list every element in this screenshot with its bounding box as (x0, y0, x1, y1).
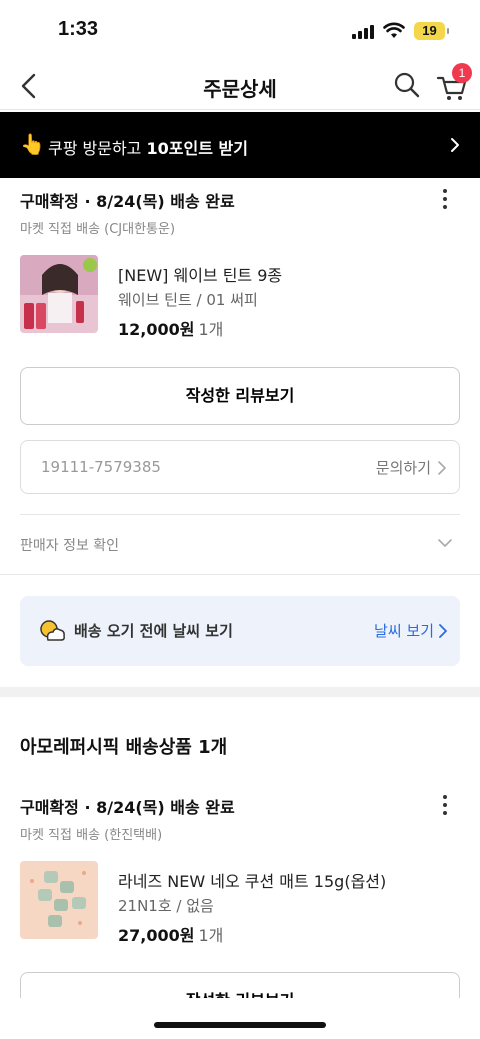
shipping-method: 마켓 직접 배송 (한진택배) (20, 828, 163, 843)
weather-banner[interactable]: 배송 오기 전에 날씨 보기 날씨 보기 (20, 596, 460, 666)
chevron-right-icon (439, 624, 447, 638)
bottom-safe-area (0, 998, 480, 1039)
section-separator (0, 687, 480, 697)
seller-info-toggle[interactable]: 판매자 정보 확인 (20, 535, 119, 555)
wifi-icon (383, 22, 405, 38)
divider (20, 514, 460, 515)
inquiry-link[interactable]: 문의하기 (376, 457, 431, 478)
order-number: 19111-7579385 (41, 458, 161, 476)
promo-text-highlight: 10포인트 받기 (146, 139, 248, 158)
chevron-right-icon (451, 138, 459, 152)
product-price: 12,000원 (118, 320, 195, 339)
product-price: 27,000원 (118, 926, 195, 945)
product-price-row: 12,000원 1개 (118, 316, 223, 340)
chevron-down-icon[interactable] (436, 536, 454, 550)
order-status: 구매확정 · 8/24(목) 배송 완료 (20, 192, 235, 211)
weather-link[interactable]: 날씨 보기 (374, 620, 434, 641)
product-option: 웨이브 틴트 / 01 써피 (118, 291, 258, 309)
product-thumbnail[interactable] (20, 255, 98, 333)
order-status: 구매확정 · 8/24(목) 배송 완료 (20, 798, 235, 817)
cart-count-badge: 1 (452, 63, 472, 83)
weather-sun-cloud-icon (40, 620, 65, 641)
more-options-icon[interactable] (438, 189, 452, 211)
order-number-box: 19111-7579385 문의하기 (20, 440, 460, 494)
vendor-section-title: 아모레퍼시픽 배송상품 1개 (20, 737, 228, 758)
status-bar: 1:33 19 (0, 0, 480, 62)
home-indicator (154, 1022, 326, 1028)
shipping-method: 마켓 직접 배송 (CJ대한통운) (20, 222, 176, 237)
battery-indicator: 19 (414, 22, 449, 40)
product-option: 21N1호 / 없음 (118, 897, 214, 915)
promo-text: 쿠팡 방문하고 10포인트 받기 (48, 135, 248, 159)
divider (0, 574, 480, 575)
product-qty: 1개 (198, 926, 224, 945)
promo-text-prefix: 쿠팡 방문하고 (48, 139, 147, 158)
more-options-icon[interactable] (438, 795, 452, 817)
promo-banner[interactable]: 👆 쿠팡 방문하고 10포인트 받기 (0, 112, 480, 178)
top-nav: 주문상세 (0, 62, 480, 110)
view-review-button[interactable]: 작성한 리뷰보기 (20, 367, 460, 425)
chevron-right-icon (438, 461, 446, 475)
product-price-row: 27,000원 1개 (118, 922, 223, 946)
cellular-signal-icon (352, 25, 374, 39)
status-time: 1:33 (58, 18, 99, 40)
pointing-hand-icon: 👆 (20, 132, 45, 156)
weather-text: 배송 오기 전에 날씨 보기 (74, 622, 233, 640)
product-thumbnail[interactable] (20, 861, 98, 939)
product-qty: 1개 (198, 320, 224, 339)
product-name[interactable]: [NEW] 웨이브 틴트 9종 (118, 262, 282, 286)
search-icon[interactable] (392, 70, 422, 100)
product-name[interactable]: 라네즈 NEW 네오 쿠션 매트 15g(옵션) (118, 868, 386, 892)
